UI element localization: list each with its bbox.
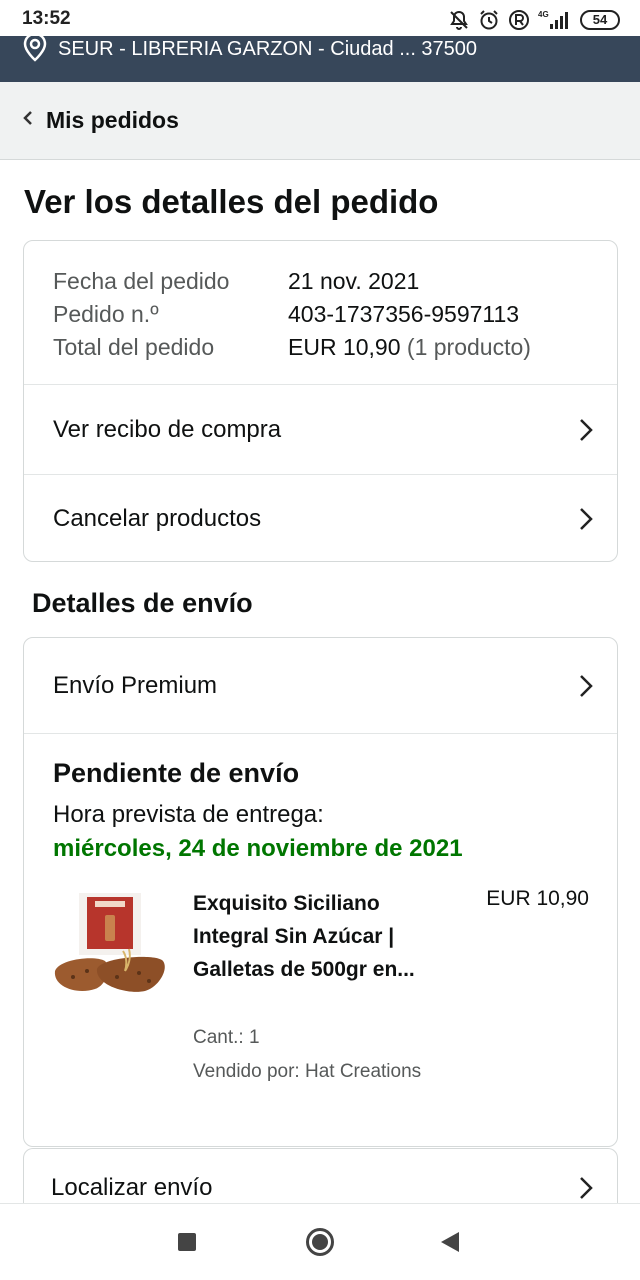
- order-date-value: 21 nov. 2021: [288, 268, 420, 294]
- order-number-value: 403-1737356-9597113: [288, 301, 520, 327]
- chevron-right-icon: [579, 674, 593, 698]
- recents-square-icon[interactable]: [177, 1232, 197, 1257]
- location-pin-icon: [22, 36, 48, 67]
- chevron-right-icon: [579, 1176, 593, 1200]
- order-date-label: Fecha del pedido: [53, 268, 230, 294]
- product-seller: Vendido por: Hat Creations: [193, 1061, 422, 1082]
- order-total-row: Total del pedido EUR 10,90 (1 producto): [53, 331, 617, 364]
- system-nav-bar: [0, 1203, 640, 1280]
- order-summary-details: Fecha del pedido 21 nov. 2021 Pedido n.º…: [24, 241, 617, 385]
- chevron-left-icon: [22, 110, 34, 131]
- shipping-method-label: Envío Premium: [53, 671, 218, 699]
- cancel-products-link[interactable]: Cancelar productos: [24, 474, 617, 561]
- battery-icon: 54: [580, 10, 620, 30]
- delivery-address-bar[interactable]: SEUR - LIBRERIA GARZON - Ciudad ... 3750…: [0, 36, 640, 82]
- order-total-label: Total del pedido: [53, 334, 215, 360]
- shipment-body: Pendiente de envío Hora prevista de entr…: [24, 734, 617, 1117]
- product-quantity: Cant.: 1: [193, 1027, 260, 1048]
- shipping-section-title: Detalles de envío: [32, 588, 253, 618]
- status-bar: 13:52 4G 54: [0, 0, 640, 40]
- status-time: 13:52: [22, 8, 71, 29]
- track-shipment-card[interactable]: Localizar envío: [23, 1148, 618, 1208]
- mute-icon: [448, 9, 470, 31]
- shipment-status: Pendiente de envío: [53, 758, 300, 788]
- alarm-icon: [478, 9, 500, 31]
- delivery-eta-date: miércoles, 24 de noviembre de 2021: [53, 835, 463, 862]
- cancel-products-label: Cancelar productos: [53, 505, 262, 532]
- home-circle-icon[interactable]: [305, 1227, 335, 1262]
- registered-icon: [508, 9, 530, 31]
- order-total-amount: EUR 10,90: [288, 334, 401, 360]
- shipment-card: Envío Premium Pendiente de envío Hora pr…: [23, 637, 618, 1147]
- signal-icon: 4G: [538, 9, 572, 31]
- track-shipment-row[interactable]: Localizar envío: [24, 1149, 617, 1202]
- product-image[interactable]: [53, 891, 167, 1003]
- status-icons: 4G 54: [448, 8, 620, 32]
- order-date-row: Fecha del pedido 21 nov. 2021: [53, 265, 617, 298]
- back-label: Mis pedidos: [46, 107, 179, 133]
- track-shipment-label: Localizar envío: [51, 1174, 213, 1201]
- svg-text:4G: 4G: [538, 10, 549, 19]
- chevron-right-icon: [579, 507, 593, 531]
- order-total-count: (1 producto): [406, 334, 531, 360]
- shipping-method-link[interactable]: Envío Premium: [24, 638, 617, 734]
- back-to-orders[interactable]: Mis pedidos: [0, 82, 640, 160]
- product-price: EUR 10,90: [486, 887, 589, 910]
- delivery-address-text: SEUR - LIBRERIA GARZON - Ciudad ... 3750…: [58, 37, 478, 60]
- back-triangle-icon[interactable]: [440, 1231, 460, 1258]
- view-receipt-label: Ver recibo de compra: [53, 415, 282, 443]
- chevron-right-icon: [579, 418, 593, 442]
- product-title[interactable]: Exquisito Siciliano Integral Sin Azúcar …: [193, 887, 443, 986]
- delivery-eta-label: Hora prevista de entrega:: [53, 801, 324, 828]
- product-item[interactable]: Exquisito Siciliano Integral Sin Azúcar …: [53, 887, 589, 1117]
- order-summary-card: Fecha del pedido 21 nov. 2021 Pedido n.º…: [23, 240, 618, 562]
- view-receipt-link[interactable]: Ver recibo de compra: [24, 385, 617, 474]
- page-title: Ver los detalles del pedido: [24, 183, 439, 220]
- order-total-value: EUR 10,90 (1 producto): [288, 331, 531, 364]
- order-number-label: Pedido n.º: [53, 301, 159, 327]
- order-number-row: Pedido n.º 403-1737356-9597113: [53, 298, 617, 331]
